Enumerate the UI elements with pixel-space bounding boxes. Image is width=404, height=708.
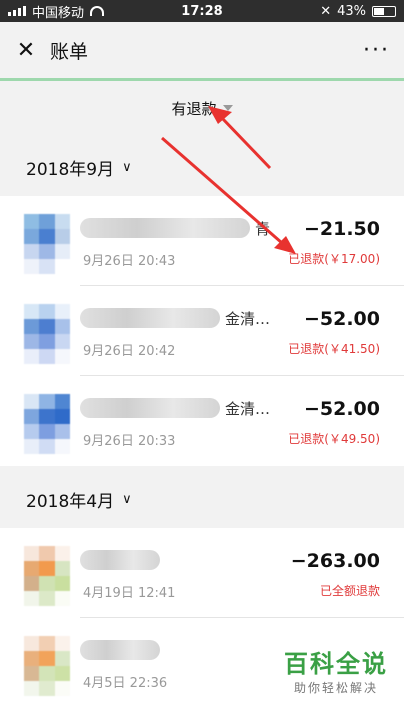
arrowhead-filter	[208, 106, 232, 124]
arrow-line-refund	[161, 136, 283, 245]
watermark-subtitle: 助你轻松解决	[293, 681, 378, 695]
watermark-title: 百科全说	[284, 650, 388, 678]
watermark: 百科全说 助你轻松解决	[284, 644, 388, 696]
annotation-arrows	[161, 106, 296, 254]
arrow-line-filter	[220, 116, 272, 170]
